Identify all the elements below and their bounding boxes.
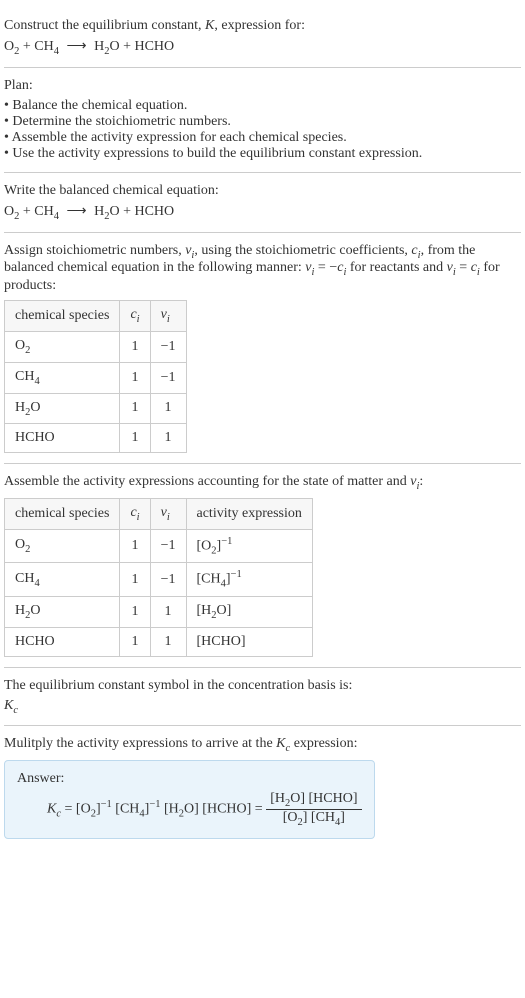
multiply-section: Mulitply the activity expressions to arr…: [4, 726, 521, 848]
stoich-table: chemical species ci νi O2 1 −1 CH4 1 −1 …: [4, 300, 187, 453]
cell-c: 1: [120, 362, 150, 393]
product-H2O: H2O: [94, 39, 120, 54]
cell-nu: −1: [150, 563, 186, 596]
cell-activity: [CH4]−1: [186, 563, 312, 596]
balanced-title: Write the balanced chemical equation:: [4, 183, 521, 199]
intro-part1: Construct the equilibrium constant,: [4, 18, 205, 33]
assemble-text: Assemble the activity expressions accoun…: [4, 474, 521, 492]
plan-title: Plan:: [4, 78, 521, 94]
fraction-numerator: [H2O] [HCHO]: [266, 791, 361, 810]
equilibrium-K: K: [205, 18, 214, 33]
reactant-CH4: CH4: [34, 39, 59, 54]
plan-item: Use the activity expressions to build th…: [4, 146, 521, 162]
assemble-section: Assemble the activity expressions accoun…: [4, 464, 521, 667]
cell-species: CH4: [5, 563, 120, 596]
symbol-text: The equilibrium constant symbol in the c…: [4, 678, 521, 694]
cell-species: O2: [5, 331, 120, 362]
table-row: CH4 1 −1 [CH4]−1: [5, 563, 313, 596]
cell-c: 1: [120, 331, 150, 362]
col-nu: νi: [150, 499, 186, 530]
cell-species: HCHO: [5, 424, 120, 453]
table-row: HCHO 1 1 [HCHO]: [5, 627, 313, 656]
answer-box: Answer: Kc = [O2]−1 [CH4]−1 [H2O] [HCHO]…: [4, 760, 375, 839]
cell-nu: 1: [150, 424, 186, 453]
intro-part2: , expression for:: [214, 18, 305, 33]
table-row: CH4 1 −1: [5, 362, 187, 393]
table-row: H2O 1 1 [H2O]: [5, 596, 313, 627]
cell-nu: 1: [150, 596, 186, 627]
product-HCHO: HCHO: [134, 39, 174, 54]
plan-list: Balance the chemical equation. Determine…: [4, 98, 521, 162]
balanced-section: Write the balanced chemical equation: O2…: [4, 173, 521, 233]
plan-item: Balance the chemical equation.: [4, 98, 521, 114]
table-row: H2O 1 1: [5, 393, 187, 424]
cell-c: 1: [120, 529, 150, 562]
cell-c: 1: [120, 393, 150, 424]
answer-equation: Kc = [O2]−1 [CH4]−1 [H2O] [HCHO] = [H2O]…: [17, 791, 362, 828]
reaction-equation: O2 + CH4 ⟶ H2O + HCHO: [4, 38, 521, 57]
table-row: O2 1 −1: [5, 331, 187, 362]
col-c: ci: [120, 499, 150, 530]
plan-item: Assemble the activity expression for eac…: [4, 130, 521, 146]
col-species: chemical species: [5, 301, 120, 332]
cell-c: 1: [120, 563, 150, 596]
activity-table: chemical species ci νi activity expressi…: [4, 498, 313, 657]
cell-nu: −1: [150, 331, 186, 362]
intro-section: Construct the equilibrium constant, K, e…: [4, 8, 521, 68]
assign-text: Assign stoichiometric numbers, νi, using…: [4, 243, 521, 295]
col-species: chemical species: [5, 499, 120, 530]
table-header-row: chemical species ci νi: [5, 301, 187, 332]
cell-nu: −1: [150, 362, 186, 393]
cell-c: 1: [120, 424, 150, 453]
multiply-text: Mulitply the activity expressions to arr…: [4, 736, 521, 754]
plan-item: Determine the stoichiometric numbers.: [4, 114, 521, 130]
table-row: HCHO 1 1: [5, 424, 187, 453]
intro-text: Construct the equilibrium constant, K, e…: [4, 18, 521, 34]
cell-nu: 1: [150, 627, 186, 656]
table-row: O2 1 −1 [O2]−1: [5, 529, 313, 562]
answer-label: Answer:: [17, 771, 362, 787]
fraction: [H2O] [HCHO] [O2] [CH4]: [266, 791, 361, 828]
plan-section: Plan: Balance the chemical equation. Det…: [4, 68, 521, 173]
cell-species: CH4: [5, 362, 120, 393]
cell-species: HCHO: [5, 627, 120, 656]
Kc-symbol: Kc: [4, 698, 521, 716]
assign-section: Assign stoichiometric numbers, νi, using…: [4, 233, 521, 465]
cell-c: 1: [120, 627, 150, 656]
table-header-row: chemical species ci νi activity expressi…: [5, 499, 313, 530]
col-activity: activity expression: [186, 499, 312, 530]
cell-species: H2O: [5, 596, 120, 627]
cell-nu: −1: [150, 529, 186, 562]
cell-species: H2O: [5, 393, 120, 424]
cell-c: 1: [120, 596, 150, 627]
symbol-section: The equilibrium constant symbol in the c…: [4, 668, 521, 727]
balanced-equation: O2 + CH4 ⟶ H2O + HCHO: [4, 203, 521, 222]
col-nu: νi: [150, 301, 186, 332]
fraction-denominator: [O2] [CH4]: [266, 810, 361, 828]
cell-nu: 1: [150, 393, 186, 424]
cell-species: O2: [5, 529, 120, 562]
cell-activity: [H2O]: [186, 596, 312, 627]
col-c: ci: [120, 301, 150, 332]
cell-activity: [O2]−1: [186, 529, 312, 562]
cell-activity: [HCHO]: [186, 627, 312, 656]
reactant-O2: O2: [4, 39, 19, 54]
arrow-icon: ⟶: [66, 203, 86, 220]
arrow-icon: ⟶: [66, 38, 86, 55]
